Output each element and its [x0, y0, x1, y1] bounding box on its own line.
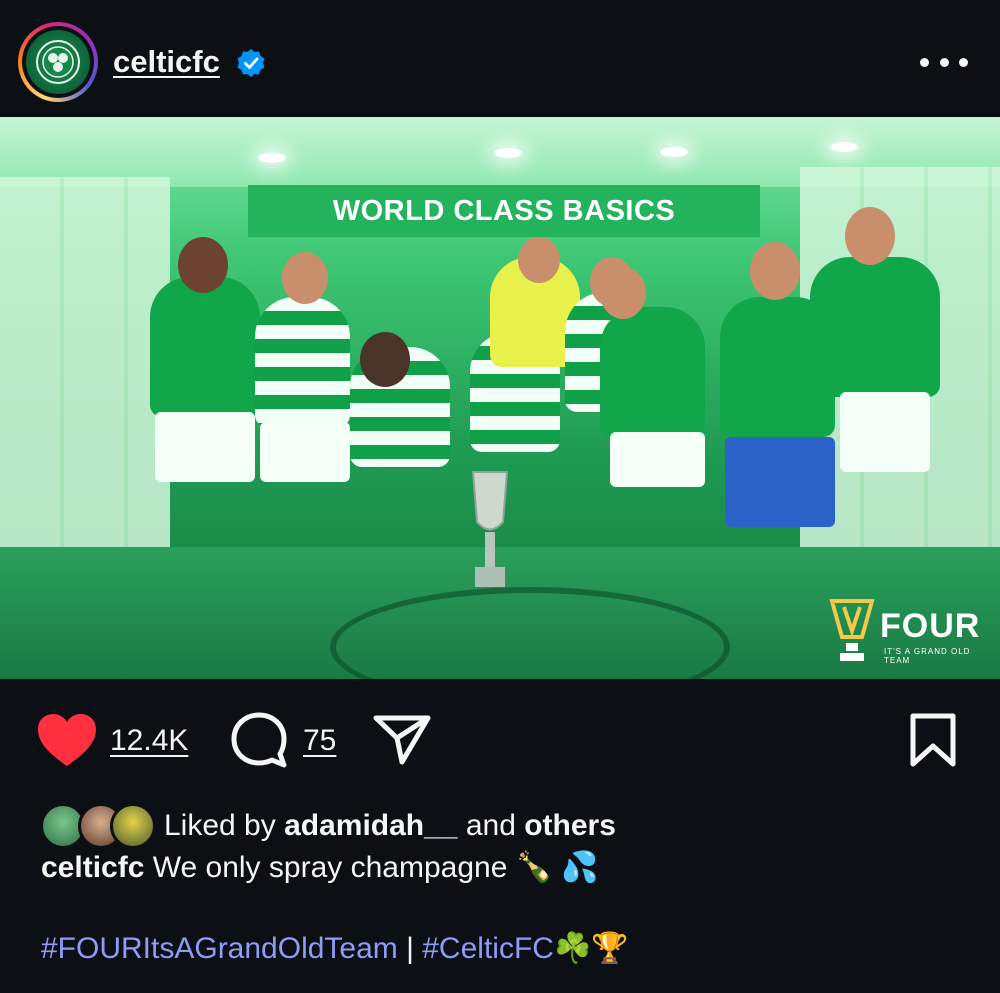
celtic-crest-icon [26, 30, 90, 94]
hashtag-four[interactable]: #FOURItsAGrandOldTeam [41, 932, 398, 965]
ceiling-light [830, 142, 858, 152]
comment-count[interactable]: 75 [303, 724, 336, 758]
player-shorts [155, 412, 255, 482]
player [600, 307, 705, 437]
player-head [518, 237, 560, 283]
post-header: celticfc [0, 0, 1000, 117]
liked-by-prefix: Liked by [164, 809, 285, 842]
hashtag-line: #FOURItsAGrandOldTeam | #CelticFC☘️🏆 [41, 931, 629, 966]
post-caption: celticfc We only spray champagne 🍾 💦 [41, 850, 599, 885]
liker-avatar[interactable] [110, 803, 156, 849]
hashtag-emoji: ☘️🏆 [553, 932, 629, 965]
ceiling-light [660, 147, 688, 157]
caption-username[interactable]: celticfc [41, 851, 144, 884]
post-photo[interactable]: WORLD CLASS BASICS FOUR IT'S A GRAND OLD… [0, 117, 1000, 679]
liked-by-text: Liked by adamidah__ and others [164, 809, 616, 843]
send-icon[interactable] [372, 714, 432, 766]
player-shorts [260, 422, 350, 482]
caption-text: We only spray champagne [152, 851, 508, 884]
player [810, 257, 940, 397]
ceiling-light [494, 148, 522, 158]
player-head [750, 242, 800, 300]
caption-emoji: 🍾 💦 [515, 851, 599, 884]
four-watermark: FOUR IT'S A GRAND OLD TEAM [828, 597, 993, 667]
more-dot [939, 57, 949, 67]
watermark-subtitle: IT'S A GRAND OLD TEAM [884, 647, 971, 665]
verified-badge-icon [237, 49, 265, 77]
avatar-inner-border [22, 26, 94, 98]
liked-by-middle: and [457, 809, 525, 842]
player-head [845, 207, 895, 265]
hashtag-separator: | [397, 932, 423, 965]
like-count[interactable]: 12.4K [110, 724, 188, 758]
player-shorts [840, 392, 930, 472]
liked-by-others[interactable]: others [524, 809, 616, 842]
more-dot [920, 57, 929, 67]
profile-username[interactable]: celticfc [113, 44, 220, 80]
player-shorts [610, 432, 705, 487]
player [150, 277, 260, 417]
action-bar: 12.4K 75 [0, 700, 1000, 780]
watermark-title: FOUR [880, 607, 981, 645]
player-head [178, 237, 228, 293]
players-group [60, 207, 1000, 637]
player-head [600, 267, 646, 319]
liked-by-user[interactable]: adamidah__ [284, 809, 457, 842]
wall-banner: WORLD CLASS BASICS [248, 185, 760, 237]
more-horizontal-icon[interactable] [920, 50, 968, 74]
heart-filled-icon[interactable] [36, 712, 98, 768]
cup-logo-icon [829, 599, 875, 661]
trophy-icon [471, 471, 509, 587]
ceiling-light [258, 153, 286, 163]
comment-icon[interactable] [230, 712, 288, 768]
bookmark-icon[interactable] [908, 712, 958, 768]
hashtag-celticfc[interactable]: #CelticFC [422, 932, 554, 965]
player [255, 297, 350, 427]
player-head [282, 252, 328, 304]
more-dot [959, 57, 968, 67]
profile-avatar[interactable] [18, 22, 98, 102]
player-shorts [725, 437, 835, 527]
player-head [360, 332, 410, 387]
